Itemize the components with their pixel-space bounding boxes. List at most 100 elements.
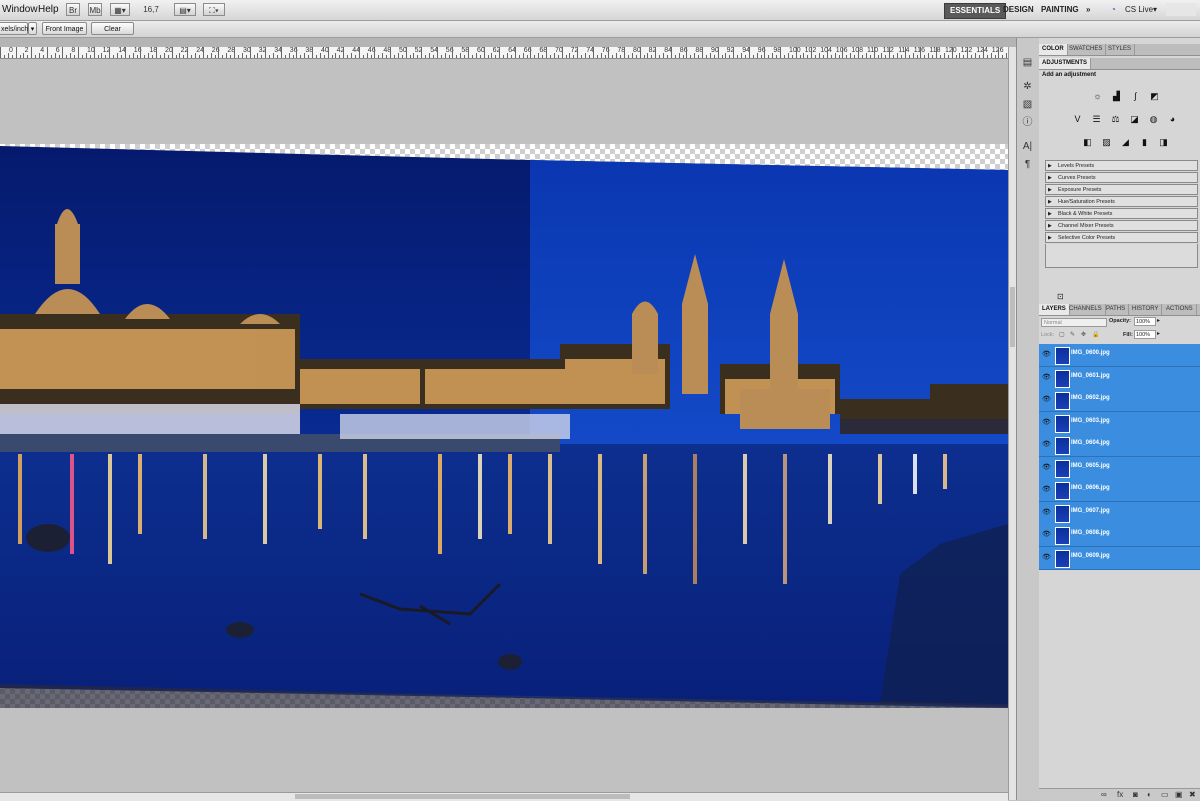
eye-icon[interactable]: 👁	[1042, 485, 1051, 493]
new-layer-icon[interactable]: ▣	[1175, 790, 1183, 799]
eye-icon[interactable]: 👁	[1042, 463, 1051, 471]
preset-channel-mixer[interactable]: ▶ Channel Mixer Presets	[1045, 220, 1198, 231]
chevron-down-icon[interactable]: ▾	[28, 22, 37, 35]
invert-icon[interactable]: ◧	[1081, 136, 1094, 149]
layer-name[interactable]: IMG_0602.jpg	[1071, 395, 1110, 401]
view-extras-icon[interactable]: ▦▾	[110, 3, 130, 16]
layer-row[interactable]: 👁 IMG_0605.jpg	[1039, 456, 1200, 480]
channel-mixer-icon[interactable]: ◕	[1166, 113, 1179, 126]
black-white-icon[interactable]: ◪	[1128, 113, 1141, 126]
cs-live-dropdown-icon[interactable]: ▾	[1153, 3, 1157, 17]
eye-icon[interactable]: 👁	[1042, 373, 1051, 381]
history-icon[interactable]: ▤	[1021, 56, 1034, 69]
curves-icon[interactable]: ∫	[1129, 90, 1142, 103]
eye-icon[interactable]: 👁	[1042, 553, 1051, 561]
lock-transparency-icon[interactable]: ▢	[1059, 331, 1065, 338]
paragraph-icon[interactable]: ¶	[1021, 158, 1034, 171]
lock-position-icon[interactable]: ✥	[1081, 331, 1086, 338]
gradient-map-icon[interactable]: ▮	[1138, 136, 1151, 149]
layer-name[interactable]: IMG_0608.jpg	[1071, 530, 1110, 536]
adjustment-icon[interactable]: ◐	[1147, 790, 1152, 799]
tab-adjustments[interactable]: ADJUSTMENTS	[1039, 58, 1092, 69]
eye-icon[interactable]: 👁	[1042, 350, 1051, 358]
layer-name[interactable]: IMG_0606.jpg	[1071, 485, 1110, 491]
layer-name[interactable]: IMG_0600.jpg	[1071, 350, 1110, 356]
photo-filter-icon[interactable]: ◍	[1147, 113, 1160, 126]
eye-icon[interactable]: 👁	[1042, 530, 1051, 538]
brightness-contrast-icon[interactable]: ☼	[1091, 90, 1104, 103]
workspace-more[interactable]: »	[1086, 3, 1090, 17]
vertical-scroll-thumb[interactable]	[1010, 287, 1015, 347]
preset-exposure[interactable]: ▶ Exposure Presets	[1045, 184, 1198, 195]
clip-to-layer-icon[interactable]: ⊡	[1057, 292, 1064, 301]
tab-history[interactable]: HISTORY	[1129, 304, 1163, 315]
layer-name[interactable]: IMG_0604.jpg	[1071, 440, 1110, 446]
tab-color[interactable]: COLOR	[1039, 44, 1068, 55]
mask-icon[interactable]: ◙	[1133, 790, 1138, 799]
link-icon[interactable]: ∞	[1101, 790, 1107, 799]
cs-live-icon[interactable]: ◔	[1111, 3, 1116, 17]
panorama-canvas[interactable]	[0, 144, 1008, 708]
eye-icon[interactable]: 👁	[1042, 440, 1051, 448]
layer-row[interactable]: 👁 IMG_0608.jpg	[1039, 524, 1200, 547]
layer-row[interactable]: 👁 IMG_0602.jpg	[1039, 389, 1200, 412]
fill-field[interactable]: 100%	[1134, 330, 1156, 339]
search-field[interactable]	[1166, 3, 1196, 16]
adjustments-icon[interactable]: ✲	[1021, 80, 1034, 93]
tab-actions[interactable]: ACTIONS	[1163, 304, 1197, 315]
layer-row[interactable]: 👁 IMG_0601.jpg	[1039, 366, 1200, 390]
eye-icon[interactable]: 👁	[1042, 418, 1051, 426]
fill-dropdown-icon[interactable]: ▸	[1157, 330, 1160, 337]
horizontal-scroll-thumb[interactable]	[295, 794, 630, 799]
color-balance-icon[interactable]: ⚖	[1109, 113, 1122, 126]
trash-icon[interactable]: ✖	[1189, 790, 1196, 799]
front-image-button[interactable]: Front Image	[42, 22, 87, 35]
eye-icon[interactable]: 👁	[1042, 508, 1051, 516]
tab-styles[interactable]: STYLES	[1105, 44, 1136, 55]
preset-black-white[interactable]: ▶ Black & White Presets	[1045, 208, 1198, 219]
hue-saturation-icon[interactable]: ☰	[1090, 113, 1103, 126]
workspace-painting[interactable]: PAINTING	[1041, 3, 1079, 17]
preset-selective-color[interactable]: ▶ Selective Color Presets	[1045, 232, 1198, 243]
vibrance-icon[interactable]: V	[1071, 113, 1084, 126]
preset-curves[interactable]: ▶ Curves Presets	[1045, 172, 1198, 183]
arrange-docs-icon[interactable]: ▤▾	[174, 3, 196, 16]
layer-name[interactable]: IMG_0605.jpg	[1071, 463, 1110, 469]
character-icon[interactable]: A|	[1021, 140, 1034, 153]
eye-icon[interactable]: 👁	[1042, 395, 1051, 403]
opacity-dropdown-icon[interactable]: ▸	[1157, 317, 1160, 324]
tab-channels[interactable]: CHANNELS	[1066, 304, 1106, 315]
fx-icon[interactable]: fx	[1117, 790, 1123, 799]
mini-bridge-icon[interactable]: Mb	[88, 3, 102, 16]
layer-name[interactable]: IMG_0601.jpg	[1071, 373, 1110, 379]
preset-levels[interactable]: ▶ Levels Presets	[1045, 160, 1198, 171]
tab-paths[interactable]: PATHS	[1103, 304, 1130, 315]
lock-pixels-icon[interactable]: ✎	[1070, 331, 1075, 338]
layer-row[interactable]: 👁 IMG_0607.jpg	[1039, 501, 1200, 525]
zoom-level[interactable]: 16,7	[138, 3, 164, 16]
menu-window[interactable]: Window	[2, 4, 38, 15]
threshold-icon[interactable]: ◢	[1119, 136, 1132, 149]
blend-mode-select[interactable]: Normal	[1041, 318, 1107, 327]
bridge-icon[interactable]: Br	[66, 3, 80, 16]
lock-all-icon[interactable]: 🔒	[1092, 331, 1099, 338]
group-icon[interactable]: ▭	[1161, 790, 1169, 799]
info-icon[interactable]: ⓘ	[1021, 116, 1034, 129]
opacity-field[interactable]: 100%	[1134, 317, 1156, 326]
layer-row[interactable]: 👁 IMG_0600.jpg	[1039, 344, 1200, 367]
levels-icon[interactable]: ▟	[1110, 90, 1123, 103]
navigator-icon[interactable]: ▧	[1021, 98, 1034, 111]
layer-row[interactable]: 👁 IMG_0606.jpg	[1039, 479, 1200, 502]
layer-row[interactable]: 👁 IMG_0604.jpg	[1039, 434, 1200, 457]
cs-live-menu[interactable]: CS Live	[1125, 3, 1153, 17]
selective-color-icon[interactable]: ◨	[1157, 136, 1170, 149]
layer-name[interactable]: IMG_0607.jpg	[1071, 508, 1110, 514]
horizontal-ruler[interactable]: 0 2 4 6 8 10 12 14 16 18 20 22 24 26 28 30 32 34 36 38 40 42 4…	[0, 47, 1008, 59]
workspace-design[interactable]: DESIGN	[1003, 3, 1034, 17]
layer-row[interactable]: 👁 IMG_0609.jpg	[1039, 546, 1200, 570]
workspace-essentials[interactable]: ESSENTIALS	[944, 3, 1007, 19]
layer-name[interactable]: IMG_0603.jpg	[1071, 418, 1110, 424]
clear-button[interactable]: Clear	[91, 22, 134, 35]
resolution-unit-select[interactable]: xels/inch	[0, 22, 28, 35]
posterize-icon[interactable]: ▨	[1100, 136, 1113, 149]
